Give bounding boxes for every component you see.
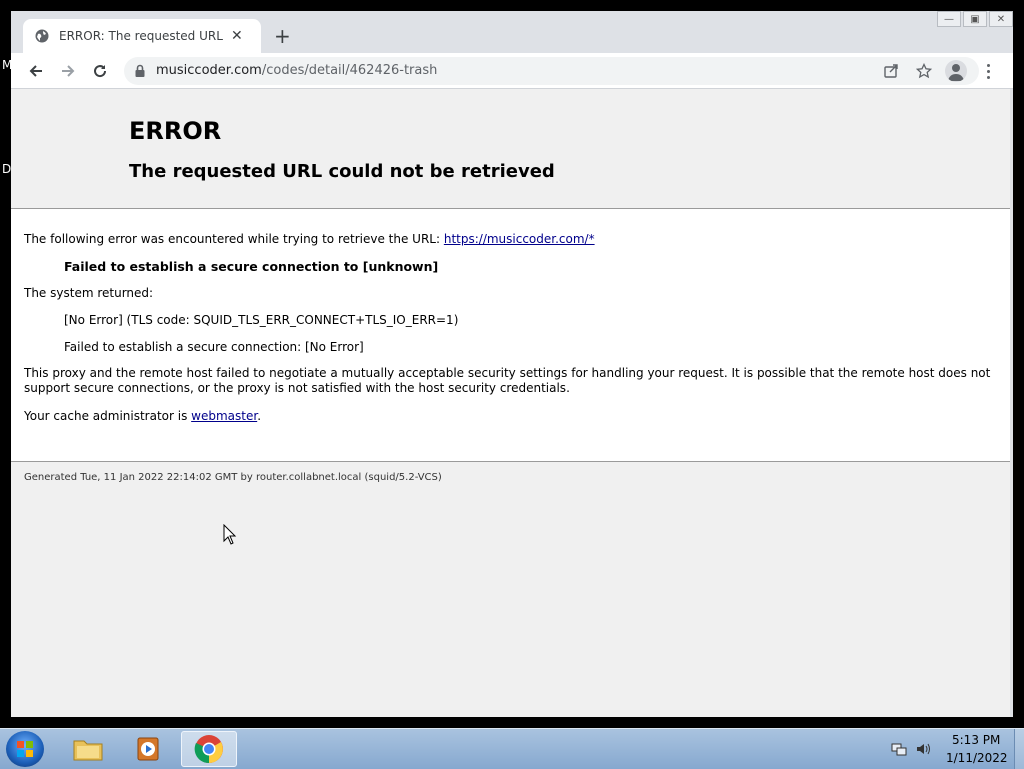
- webmaster-link[interactable]: webmaster: [191, 409, 257, 423]
- start-button[interactable]: [6, 731, 44, 767]
- page-subtitle: The requested URL could not be retrieved: [129, 161, 555, 182]
- tab-title: ERROR: The requested URL could not be re…: [59, 29, 223, 43]
- window-controls: — ▣ ✕: [935, 11, 1013, 29]
- clock-date[interactable]: 1/11/2022: [946, 751, 1008, 765]
- error-footer: Generated Tue, 11 Jan 2022 22:14:02 GMT …: [11, 461, 1010, 717]
- forward-button[interactable]: [57, 60, 79, 82]
- browser-window: — ▣ ✕ ERROR: The requested URL could not…: [11, 11, 1013, 717]
- maximize-button[interactable]: ▣: [963, 11, 987, 27]
- reload-icon: [94, 65, 107, 78]
- browser-toolbar: musiccoder.com/codes/detail/462426-trash: [11, 53, 1013, 89]
- bookmark-star-icon[interactable]: [915, 62, 933, 80]
- generated-by-text: Generated Tue, 11 Jan 2022 22:14:02 GMT …: [24, 472, 442, 483]
- browser-menu-button[interactable]: [981, 60, 995, 82]
- page-content: ERROR The requested URL could not be ret…: [11, 89, 1010, 717]
- show-desktop-button[interactable]: [1014, 729, 1024, 769]
- folder-icon: [73, 740, 103, 761]
- intro-text: The following error was encountered whil…: [24, 232, 444, 246]
- close-tab-icon[interactable]: ✕: [231, 28, 243, 44]
- url-host: musiccoder.com: [156, 63, 262, 78]
- arrow-right-icon: [62, 65, 75, 77]
- address-bar[interactable]: musiccoder.com/codes/detail/462426-trash: [124, 57, 979, 85]
- admin-prefix: Your cache administrator is: [24, 409, 192, 423]
- page-title: ERROR: [129, 117, 222, 145]
- url-text: musiccoder.com/codes/detail/462426-trash: [156, 63, 437, 78]
- media-player-icon: [137, 737, 159, 761]
- globe-icon: [35, 29, 49, 43]
- browser-tab[interactable]: ERROR: The requested URL could not be re…: [23, 19, 261, 53]
- share-icon[interactable]: [882, 62, 900, 80]
- arrow-left-icon: [29, 65, 42, 77]
- secure-connection-error: Failed to establish a secure connection:…: [64, 340, 364, 354]
- back-button[interactable]: [25, 60, 47, 82]
- admin-suffix: .: [257, 409, 262, 423]
- explorer-taskbar-button[interactable]: [60, 731, 116, 767]
- lock-icon[interactable]: [134, 64, 146, 78]
- system-returned-label: The system returned:: [24, 286, 154, 300]
- windows-logo-icon: [17, 741, 33, 757]
- profile-avatar[interactable]: [945, 60, 967, 82]
- taskbar: 5:13 PM 1/11/2022: [0, 728, 1024, 769]
- intro-line: The following error was encountered whil…: [24, 232, 595, 246]
- media-player-taskbar-button[interactable]: [120, 731, 176, 767]
- new-tab-button[interactable]: +: [274, 24, 291, 48]
- reload-button[interactable]: [89, 60, 111, 82]
- error-body: The following error was encountered whil…: [11, 209, 1010, 461]
- close-window-button[interactable]: ✕: [989, 11, 1013, 27]
- requested-url-link[interactable]: https://musiccoder.com/*: [444, 232, 595, 246]
- volume-icon[interactable]: [915, 741, 931, 761]
- mouse-pointer-icon: [223, 524, 237, 545]
- desktop-icon-label: D: [2, 162, 12, 176]
- clock-time[interactable]: 5:13 PM: [952, 733, 1000, 747]
- url-path: /codes/detail/462426-trash: [261, 63, 438, 78]
- failure-heading: Failed to establish a secure connection …: [64, 259, 439, 274]
- chrome-icon: [194, 735, 223, 764]
- admin-line: Your cache administrator is webmaster.: [24, 409, 261, 423]
- chrome-taskbar-button[interactable]: [181, 731, 237, 767]
- explanation-text: This proxy and the remote host failed to…: [24, 366, 991, 395]
- minimize-button[interactable]: —: [937, 11, 961, 27]
- network-icon[interactable]: [891, 741, 907, 761]
- error-header: ERROR The requested URL could not be ret…: [11, 89, 1010, 209]
- tls-code: [No Error] (TLS code: SQUID_TLS_ERR_CONN…: [64, 313, 459, 327]
- person-icon: [948, 64, 964, 81]
